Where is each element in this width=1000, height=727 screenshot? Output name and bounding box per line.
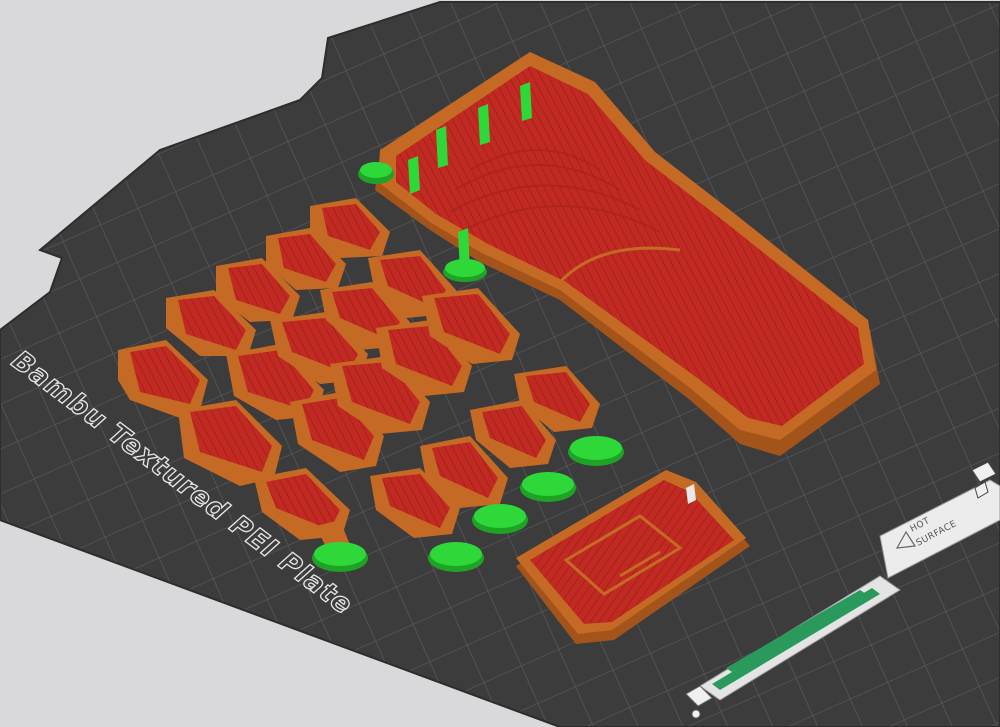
3d-viewport[interactable]: Bambu Textured PEI Plate HOT SURFACE xyxy=(0,0,1000,727)
plate-scene[interactable]: Bambu Textured PEI Plate HOT SURFACE xyxy=(0,0,1000,727)
bed-handle-icon xyxy=(691,709,701,719)
